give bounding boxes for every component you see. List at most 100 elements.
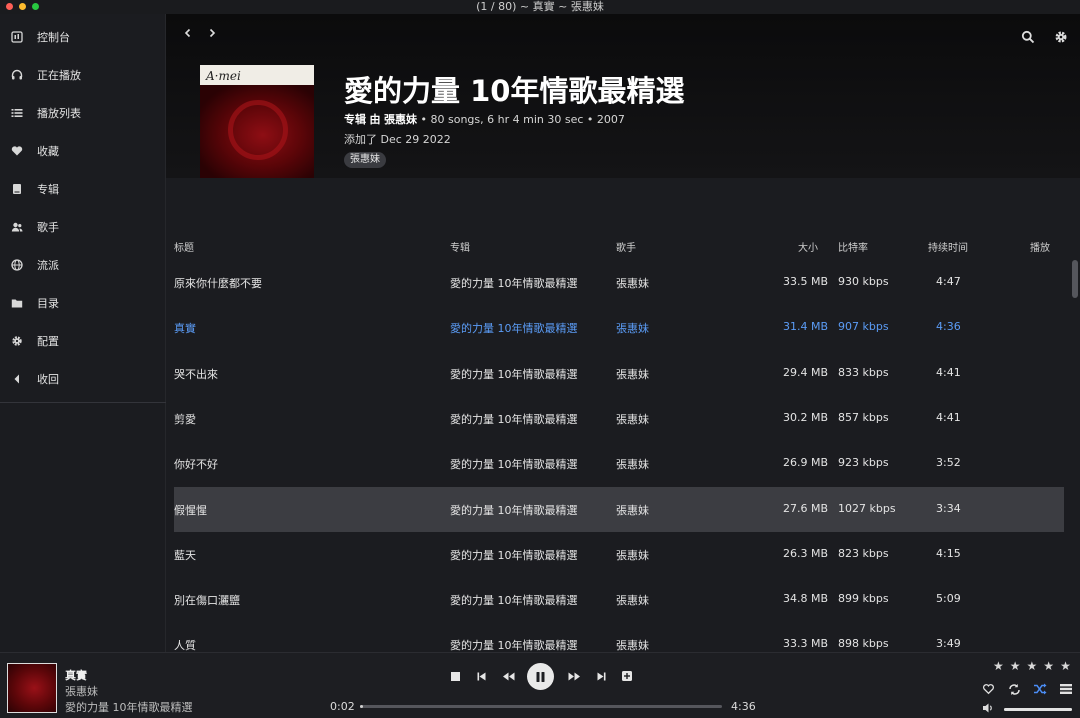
table-row[interactable]: 別在傷口灑鹽 愛的力量 10年情歌最精選 張惠妹 34.8 MB 899 kbps 5:0… xyxy=(174,577,1064,622)
repeat-button[interactable] xyxy=(1006,681,1022,697)
stop-button[interactable] xyxy=(447,668,463,684)
track-size: 33.5 MB xyxy=(782,275,828,288)
track-artist[interactable]: 張惠妹 xyxy=(616,366,649,382)
track-artist[interactable]: 張惠妹 xyxy=(616,456,649,472)
track-size: 26.9 MB xyxy=(782,456,828,469)
track-bitrate: 857 kbps xyxy=(838,411,889,424)
progress-slider[interactable] xyxy=(360,705,722,708)
heart-outline-icon xyxy=(982,684,994,695)
track-title[interactable]: 人質 xyxy=(174,637,196,652)
stop-icon xyxy=(450,671,460,681)
queue-icon xyxy=(1060,684,1072,694)
table-row[interactable]: 真實 愛的力量 10年情歌最精選 張惠妹 31.4 MB 907 kbps 4:36 xyxy=(174,305,1064,350)
star-icon[interactable]: ★ xyxy=(1010,660,1021,672)
progress-fill xyxy=(360,705,363,708)
track-album[interactable]: 愛的力量 10年情歌最精選 xyxy=(450,366,578,382)
favorite-track-button[interactable] xyxy=(980,681,996,697)
now-playing-artist[interactable]: 張惠妹 xyxy=(65,683,98,699)
track-duration: 3:34 xyxy=(936,502,961,515)
previous-track-button[interactable] xyxy=(473,668,489,684)
track-duration: 5:09 xyxy=(936,592,961,605)
track-size: 31.4 MB xyxy=(782,320,828,333)
track-duration: 3:52 xyxy=(936,456,961,469)
track-artist[interactable]: 張惠妹 xyxy=(616,320,649,336)
track-album[interactable]: 愛的力量 10年情歌最精選 xyxy=(450,637,578,652)
queue-add-button[interactable] xyxy=(619,668,635,684)
star-icon[interactable]: ★ xyxy=(1027,660,1038,672)
star-icon[interactable]: ★ xyxy=(1043,660,1054,672)
track-size: 33.3 MB xyxy=(782,637,828,650)
track-duration: 4:41 xyxy=(936,411,961,424)
track-artist[interactable]: 張惠妹 xyxy=(616,637,649,652)
track-artist[interactable]: 張惠妹 xyxy=(616,592,649,608)
table-row[interactable]: 哭不出來 愛的力量 10年情歌最精選 張惠妹 29.4 MB 833 kbps 4:41 xyxy=(174,351,1064,396)
rewind-button[interactable] xyxy=(500,668,516,684)
track-artist[interactable]: 張惠妹 xyxy=(616,547,649,563)
track-bitrate: 833 kbps xyxy=(838,366,889,379)
track-title[interactable]: 哭不出來 xyxy=(174,366,218,382)
volume-slider[interactable] xyxy=(1004,708,1072,711)
volume-icon[interactable] xyxy=(982,702,996,716)
next-track-button[interactable] xyxy=(593,668,609,684)
table-row[interactable]: 人質 愛的力量 10年情歌最精選 張惠妹 33.3 MB 898 kbps 3:49 xyxy=(174,622,1064,652)
pause-button[interactable] xyxy=(527,663,554,690)
track-bitrate: 907 kbps xyxy=(838,320,889,333)
skip-next-icon xyxy=(597,672,605,680)
now-playing-album[interactable]: 愛的力量 10年情歌最精選 xyxy=(65,699,193,715)
track-duration: 4:36 xyxy=(936,320,961,333)
track-duration: 4:47 xyxy=(936,275,961,288)
skip-previous-icon xyxy=(477,672,485,680)
track-duration: 4:41 xyxy=(936,366,961,379)
table-scrollbar-thumb[interactable] xyxy=(1072,260,1078,298)
star-icon[interactable]: ★ xyxy=(993,660,1004,672)
track-title[interactable]: 原來你什麼都不要 xyxy=(174,275,262,291)
table-row[interactable]: 假惺惺 愛的力量 10年情歌最精選 張惠妹 27.6 MB 1027 kbps 3:34 xyxy=(174,487,1064,532)
fast-forward-button[interactable] xyxy=(566,668,582,684)
track-title[interactable]: 假惺惺 xyxy=(174,502,207,518)
track-bitrate: 899 kbps xyxy=(838,592,889,605)
repeat-icon xyxy=(1008,683,1020,695)
track-bitrate: 823 kbps xyxy=(838,547,889,560)
now-playing-title[interactable]: 真實 xyxy=(65,667,87,683)
volume-fill xyxy=(1004,708,1072,711)
track-album[interactable]: 愛的力量 10年情歌最精選 xyxy=(450,592,578,608)
track-title[interactable]: 藍天 xyxy=(174,547,196,563)
track-album[interactable]: 愛的力量 10年情歌最精選 xyxy=(450,320,578,336)
track-album[interactable]: 愛的力量 10年情歌最精選 xyxy=(450,275,578,291)
track-bitrate: 1027 kbps xyxy=(838,502,896,515)
track-bitrate: 923 kbps xyxy=(838,456,889,469)
shuffle-icon xyxy=(1034,683,1047,695)
table-row[interactable]: 你好不好 愛的力量 10年情歌最精選 張惠妹 26.9 MB 923 kbps 3:52 xyxy=(174,441,1064,486)
pause-icon xyxy=(536,671,545,682)
track-size: 34.8 MB xyxy=(782,592,828,605)
track-title[interactable]: 真實 xyxy=(174,320,196,336)
add-box-icon xyxy=(622,671,632,681)
track-bitrate: 898 kbps xyxy=(838,637,889,650)
track-album[interactable]: 愛的力量 10年情歌最精選 xyxy=(450,547,578,563)
star-icon[interactable]: ★ xyxy=(1060,660,1071,672)
queue-button[interactable] xyxy=(1058,681,1074,697)
track-artist[interactable]: 張惠妹 xyxy=(616,502,649,518)
table-row[interactable]: 藍天 愛的力量 10年情歌最精選 張惠妹 26.3 MB 823 kbps 4:15 xyxy=(174,532,1064,577)
track-list: 原來你什麼都不要 愛的力量 10年情歌最精選 張惠妹 33.5 MB 930 kbps 4… xyxy=(0,0,1080,652)
table-scrollbar[interactable] xyxy=(1071,260,1078,652)
track-artist[interactable]: 張惠妹 xyxy=(616,411,649,427)
table-row[interactable]: 剪愛 愛的力量 10年情歌最精選 張惠妹 30.2 MB 857 kbps 4:41 xyxy=(174,396,1064,441)
track-album[interactable]: 愛的力量 10年情歌最精選 xyxy=(450,456,578,472)
track-title[interactable]: 你好不好 xyxy=(174,456,218,472)
now-playing-cover[interactable] xyxy=(7,663,57,713)
rewind-icon xyxy=(502,672,514,680)
shuffle-button[interactable] xyxy=(1032,681,1048,697)
track-album[interactable]: 愛的力量 10年情歌最精選 xyxy=(450,411,578,427)
track-artist[interactable]: 張惠妹 xyxy=(616,275,649,291)
table-row[interactable]: 原來你什麼都不要 愛的力量 10年情歌最精選 張惠妹 33.5 MB 930 kbps 4… xyxy=(174,260,1064,305)
track-title[interactable]: 別在傷口灑鹽 xyxy=(174,592,240,608)
track-size: 27.6 MB xyxy=(782,502,828,515)
track-size: 29.4 MB xyxy=(782,366,828,379)
track-bitrate: 930 kbps xyxy=(838,275,889,288)
track-title[interactable]: 剪愛 xyxy=(174,411,196,427)
rating-stars[interactable]: ★ ★ ★ ★ ★ xyxy=(993,660,1071,672)
track-size: 30.2 MB xyxy=(782,411,828,424)
track-album[interactable]: 愛的力量 10年情歌最精選 xyxy=(450,502,578,518)
track-duration: 3:49 xyxy=(936,637,961,650)
